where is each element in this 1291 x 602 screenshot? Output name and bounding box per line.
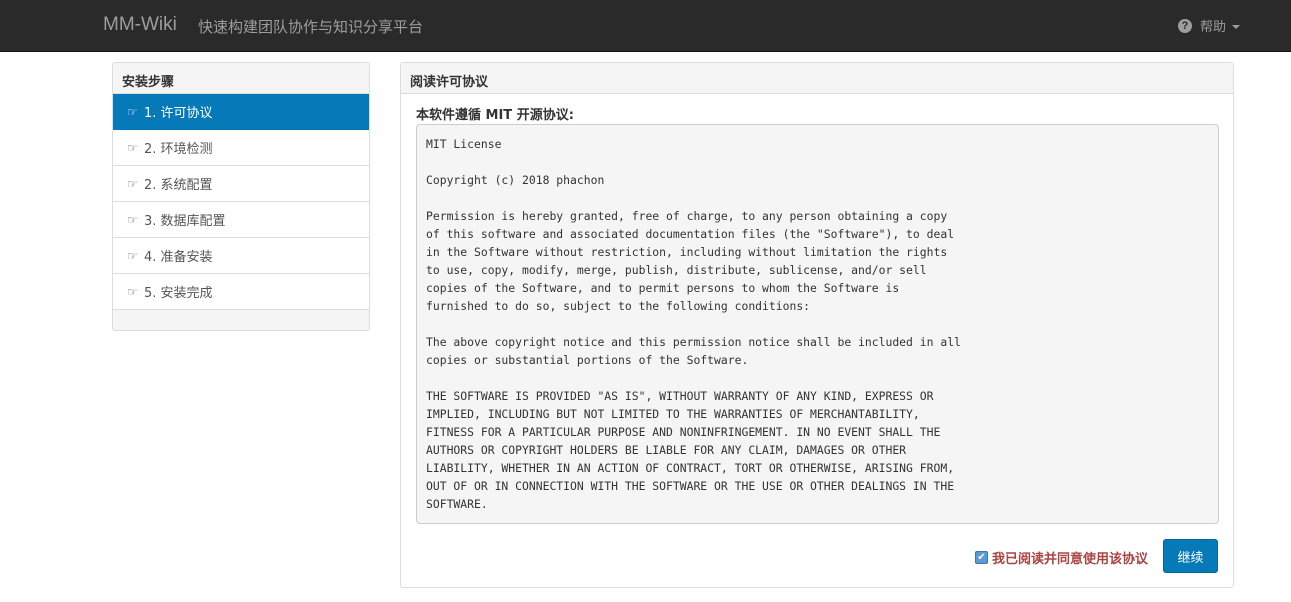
license-panel: 阅读许可协议 本软件遵循 MIT 开源协议: MIT License Copyr… xyxy=(400,62,1234,588)
license-text-box[interactable]: MIT License Copyright (c) 2018 phachon P… xyxy=(416,124,1219,524)
step-prepare-install[interactable]: ☞ 4. 准备安装 xyxy=(113,238,369,274)
hand-point-right-icon: ☞ xyxy=(127,284,138,299)
step-label: 1. 许可协议 xyxy=(144,106,213,121)
caret-down-icon xyxy=(1232,24,1241,29)
hand-point-right-icon: ☞ xyxy=(127,104,138,119)
question-circle-icon: ? xyxy=(1178,18,1192,33)
hand-point-right-icon: ☞ xyxy=(127,176,138,191)
brand-logo[interactable]: MM-Wiki xyxy=(103,14,177,36)
step-label: 4. 准备安装 xyxy=(144,250,213,265)
license-subtitle: 本软件遵循 MIT 开源协议: xyxy=(416,108,574,123)
step-env-check[interactable]: ☞ 2. 环境检测 xyxy=(113,130,369,166)
top-navbar: MM-Wiki 快速构建团队协作与知识分享平台 ? 帮助 xyxy=(0,0,1291,52)
step-license[interactable]: ☞ 1. 许可协议 xyxy=(113,94,369,130)
help-dropdown[interactable]: ? 帮助 xyxy=(1178,16,1241,35)
brand-tagline: 快速构建团队协作与知识分享平台 xyxy=(198,18,424,36)
step-label: 3. 数据库配置 xyxy=(144,214,226,229)
agree-label: 我已阅读并同意使用该协议 xyxy=(992,552,1149,567)
step-install-complete[interactable]: ☞ 5. 安装完成 xyxy=(113,274,369,310)
hand-point-right-icon: ☞ xyxy=(127,248,138,263)
step-database-config[interactable]: ☞ 3. 数据库配置 xyxy=(113,202,369,238)
step-label: 2. 环境检测 xyxy=(144,142,213,157)
continue-button[interactable]: 继续 xyxy=(1163,539,1218,573)
hand-point-right-icon: ☞ xyxy=(127,212,138,227)
install-steps-panel: 安装步骤 ☞ 1. 许可协议 ☞ 2. 环境检测 ☞ 2. 系统配置 ☞ 3. … xyxy=(112,62,370,331)
license-panel-heading: 阅读许可协议 xyxy=(401,63,1233,94)
help-label: 帮助 xyxy=(1200,20,1227,35)
hand-point-right-icon: ☞ xyxy=(127,140,138,155)
agree-checkbox[interactable]: ✔ xyxy=(975,551,988,564)
install-steps-heading: 安装步骤 xyxy=(113,63,369,94)
step-system-config[interactable]: ☞ 2. 系统配置 xyxy=(113,166,369,202)
step-label: 2. 系统配置 xyxy=(144,178,213,193)
step-label: 5. 安装完成 xyxy=(144,286,213,301)
agree-checkbox-label[interactable]: ✔ 我已阅读并同意使用该协议 xyxy=(975,548,1148,567)
